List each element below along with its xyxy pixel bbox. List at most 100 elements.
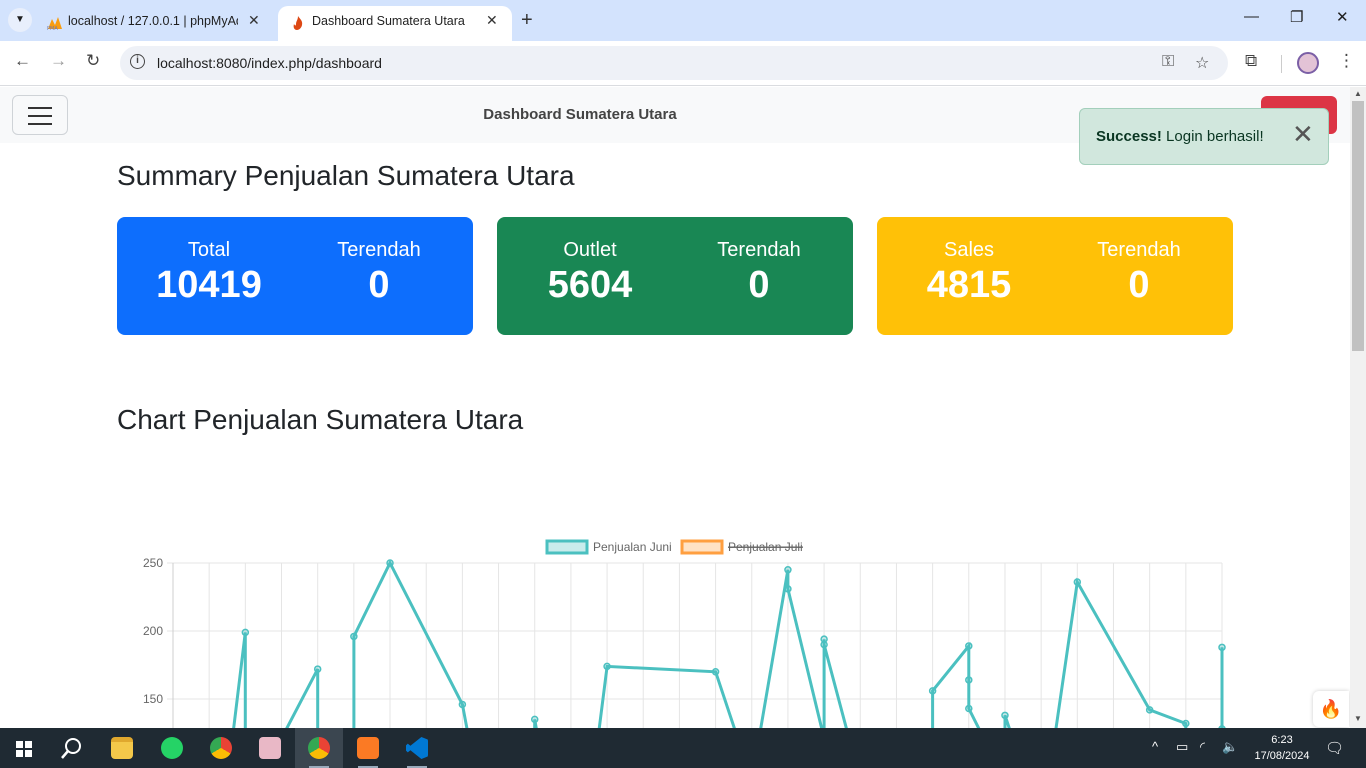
alert-strong: Success! bbox=[1096, 128, 1162, 145]
data-point bbox=[965, 642, 973, 650]
y-tick-label: 150 bbox=[143, 692, 163, 706]
data-point bbox=[1182, 719, 1190, 728]
legend-swatch bbox=[545, 539, 589, 555]
volume-icon[interactable]: 🔈 bbox=[1222, 739, 1238, 755]
data-point bbox=[784, 566, 792, 574]
address-url[interactable]: localhost:8080/index.php/dashboard bbox=[157, 55, 382, 71]
tab-close-icon[interactable]: ✕ bbox=[248, 12, 260, 29]
card-label: Terendah bbox=[337, 239, 421, 261]
tab-phpmyadmin[interactable]: PMA localhost / 127.0.0.1 | phpMyAd ✕ bbox=[34, 6, 272, 41]
data-point bbox=[1073, 578, 1082, 586]
card-value: 4815 bbox=[926, 264, 1012, 306]
taskbar-chrome-profile[interactable] bbox=[295, 728, 343, 768]
taskbar-xampp[interactable] bbox=[344, 728, 392, 768]
forward-arrow-icon[interactable]: → bbox=[50, 51, 67, 71]
data-point bbox=[603, 662, 611, 671]
data-point bbox=[241, 628, 250, 637]
summary-heading: Summary Penjualan Sumatera Utara bbox=[117, 160, 575, 191]
phpmyadmin-icon: PMA bbox=[47, 17, 62, 31]
windows-taskbar: ^ ▭ ◜ 🔈 6:23 17/08/2024 🗨 bbox=[0, 728, 1366, 768]
card-label: Sales bbox=[943, 239, 995, 261]
restore-icon[interactable]: ❐ bbox=[1290, 8, 1303, 26]
chart-canvas: 150200250PenjualanPenjualan JuniPenjuala… bbox=[143, 539, 1226, 728]
wifi-icon[interactable]: ◜ bbox=[1200, 739, 1205, 755]
tray-chevron-up-icon[interactable]: ^ bbox=[1152, 739, 1158, 754]
data-point bbox=[965, 676, 973, 684]
bookmark-star-icon[interactable]: ☆ bbox=[1195, 53, 1209, 73]
password-key-icon[interactable]: ⚿ bbox=[1162, 53, 1174, 71]
taskbar-chrome[interactable] bbox=[197, 728, 245, 768]
start-button[interactable] bbox=[0, 728, 48, 768]
codeigniter-flame-icon bbox=[293, 16, 303, 30]
chart-heading: Chart Penjualan Sumatera Utara bbox=[117, 404, 524, 435]
scroll-up-icon[interactable]: ▲ bbox=[1354, 89, 1362, 98]
taskbar-vscode[interactable] bbox=[393, 728, 441, 768]
card-label: Outlet bbox=[563, 239, 617, 261]
summary-card-total: Total 10419 Terendah 0 bbox=[117, 217, 473, 335]
anime-avatar-icon bbox=[259, 737, 281, 759]
minimize-icon[interactable]: — bbox=[1244, 8, 1259, 25]
window-close-icon[interactable]: ✕ bbox=[1336, 8, 1349, 26]
browser-tab-strip: ▼ PMA localhost / 127.0.0.1 | phpMyAd ✕ … bbox=[0, 0, 1366, 41]
data-point bbox=[1001, 711, 1009, 720]
search-button[interactable] bbox=[48, 728, 96, 768]
codeigniter-debug-toolbar-icon[interactable]: 🔥 bbox=[1313, 691, 1349, 727]
new-tab-plus-icon[interactable]: + bbox=[521, 9, 533, 32]
y-tick-label: 200 bbox=[143, 624, 163, 638]
back-arrow-icon[interactable]: ← bbox=[14, 51, 31, 71]
card-label: Total bbox=[187, 239, 231, 261]
success-alert: Success! Login berhasil! ✕ bbox=[1079, 108, 1329, 165]
card-value: 5604 bbox=[547, 264, 633, 306]
taskbar-app-avatar[interactable] bbox=[246, 728, 294, 768]
tab-title: Dashboard Sumatera Utara bbox=[312, 14, 465, 28]
notifications-icon[interactable]: 🗨 bbox=[1325, 739, 1344, 757]
svg-text:PMA: PMA bbox=[47, 26, 58, 31]
scrollbar-thumb[interactable] bbox=[1352, 101, 1364, 351]
scroll-down-icon[interactable]: ▼ bbox=[1354, 714, 1362, 723]
whatsapp-icon bbox=[161, 737, 183, 759]
vscode-icon bbox=[406, 737, 428, 759]
toolbar-divider bbox=[1281, 55, 1282, 73]
taskbar-clock[interactable]: 6:23 17/08/2024 bbox=[1252, 732, 1312, 764]
series-line-penjualan-juni bbox=[232, 559, 1224, 728]
data-point bbox=[928, 687, 937, 695]
card-value: 0 bbox=[368, 264, 390, 306]
hamburger-line bbox=[28, 123, 52, 125]
tab-dashboard[interactable]: Dashboard Sumatera Utara ✕ bbox=[278, 6, 512, 41]
chrome-icon bbox=[210, 737, 232, 759]
alert-text: Login berhasil! bbox=[1161, 128, 1264, 145]
battery-icon[interactable]: ▭ bbox=[1176, 739, 1188, 755]
reload-icon[interactable]: ↻ bbox=[86, 51, 100, 71]
clock-date: 17/08/2024 bbox=[1254, 750, 1310, 762]
sales-line-chart: 150200250PenjualanPenjualan JuniPenjuala… bbox=[110, 447, 1240, 728]
site-info-icon[interactable]: i bbox=[130, 54, 145, 69]
card-value: 0 bbox=[748, 264, 770, 306]
data-point bbox=[386, 559, 394, 567]
search-icon bbox=[61, 738, 81, 759]
legend-swatch bbox=[680, 539, 724, 555]
data-point bbox=[530, 715, 539, 724]
taskbar-file-explorer[interactable] bbox=[98, 728, 146, 768]
summary-card-sales: Sales 4815 Terendah 0 bbox=[877, 217, 1233, 335]
tab-close-icon[interactable]: ✕ bbox=[486, 12, 498, 29]
card-label: Terendah bbox=[1097, 239, 1181, 261]
taskbar-whatsapp[interactable] bbox=[148, 728, 196, 768]
data-point bbox=[1218, 643, 1226, 652]
tab-search-chevron-icon[interactable]: ▼ bbox=[8, 8, 32, 32]
data-point bbox=[313, 665, 322, 673]
summary-card-outlet: Outlet 5604 Terendah 0 bbox=[497, 217, 853, 335]
data-point bbox=[820, 640, 828, 649]
card-value: 10419 bbox=[156, 264, 262, 306]
extensions-puzzle-icon[interactable]: ⧉ bbox=[1245, 51, 1257, 71]
windows-logo-icon bbox=[16, 741, 32, 757]
card-value: 0 bbox=[1128, 264, 1150, 306]
browser-menu-kebab-icon[interactable]: ⋮ bbox=[1338, 51, 1355, 71]
page-viewport: Dashboard Sumatera Utara Success! Login … bbox=[0, 87, 1350, 728]
clock-time: 6:23 bbox=[1271, 734, 1293, 746]
data-point bbox=[965, 704, 973, 713]
address-bar[interactable]: i localhost:8080/index.php/dashboard ⚿ ☆ bbox=[120, 46, 1228, 80]
page-scrollbar[interactable]: ▲ ▼ bbox=[1350, 87, 1366, 728]
profile-avatar[interactable] bbox=[1297, 52, 1319, 74]
data-point bbox=[1145, 706, 1154, 714]
alert-close-icon[interactable]: ✕ bbox=[1292, 121, 1314, 147]
